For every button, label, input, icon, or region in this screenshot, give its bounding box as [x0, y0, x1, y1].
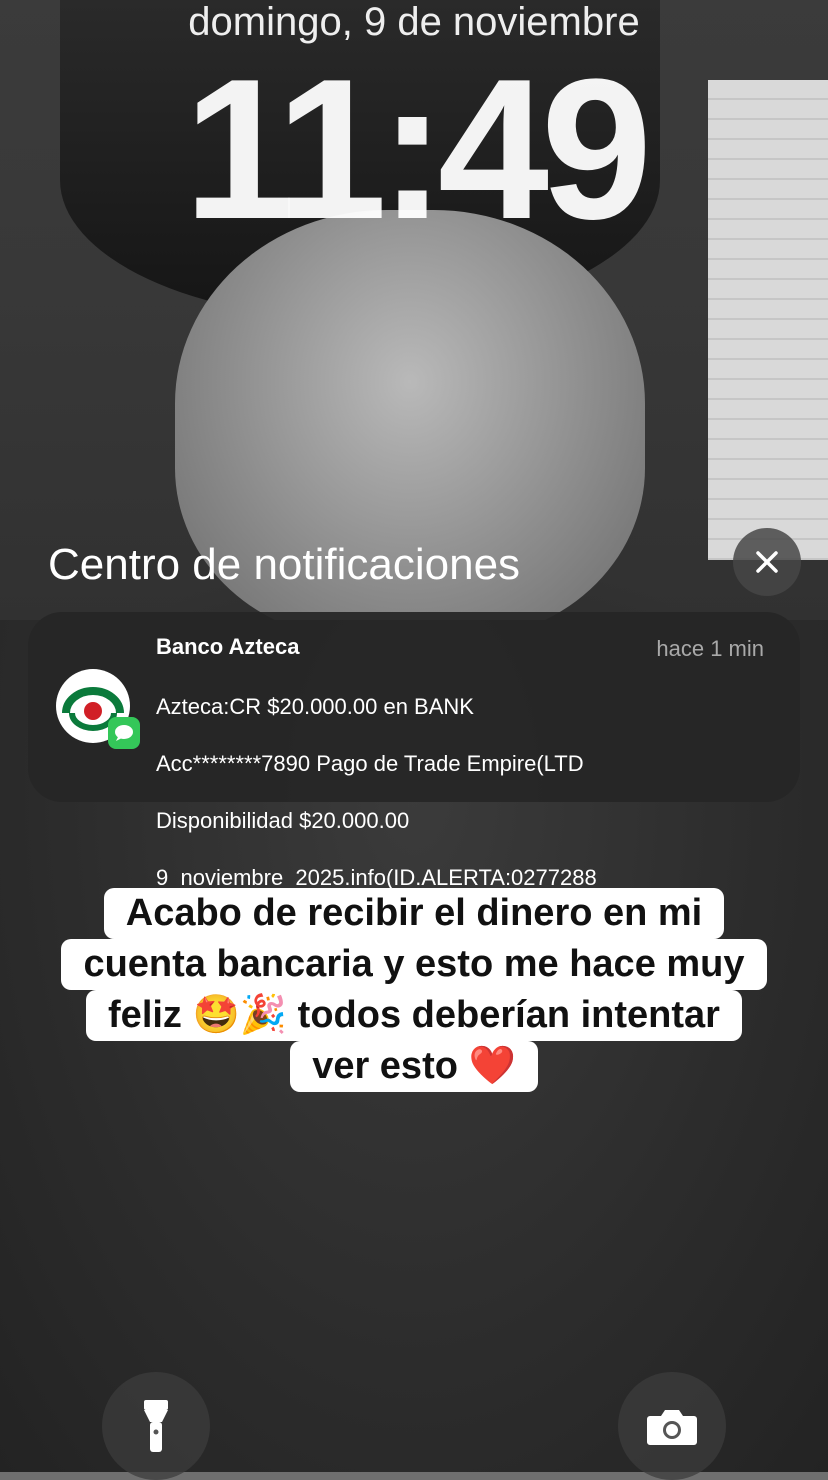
notification-line: Acc********7890 Pago de Trade Empire(LTD: [156, 750, 584, 776]
caption-line: Acabo de recibir el dinero en mi: [103, 888, 725, 939]
camera-icon: [647, 1410, 697, 1445]
flashlight-button[interactable]: [102, 1372, 210, 1480]
notification-sender: Banco Azteca: [156, 634, 300, 659]
notification-line: Disponibilidad $20.000.00: [156, 807, 410, 833]
notification-time: hace 1 min: [656, 636, 764, 661]
notification-line: Azteca:CR $20.000.00 en BANK: [156, 693, 474, 719]
caption-line: cuenta bancaria y esto me hace muy: [61, 939, 767, 990]
caption-line: feliz 🤩🎉 todos deberían intentar: [86, 990, 742, 1041]
messages-icon: [108, 717, 140, 749]
notification-center-title: Centro de notificaciones: [48, 540, 521, 589]
clear-notifications-button[interactable]: [733, 528, 801, 596]
close-icon: [756, 551, 778, 573]
caption-line: ver esto ❤️: [290, 1041, 538, 1092]
camera-button[interactable]: [618, 1372, 726, 1480]
flashlight-icon: [144, 1400, 168, 1452]
notification-card[interactable]: Banco Azteca hace 1 min Azteca:CR $20.00…: [28, 612, 800, 890]
lockscreen-time: 11:49: [183, 38, 653, 261]
notification-body: Azteca:CR $20.000.00 en BANK Acc********…: [156, 664, 776, 921]
video-caption: Acabo de recibir el dinero en mi cuenta …: [0, 888, 828, 1092]
